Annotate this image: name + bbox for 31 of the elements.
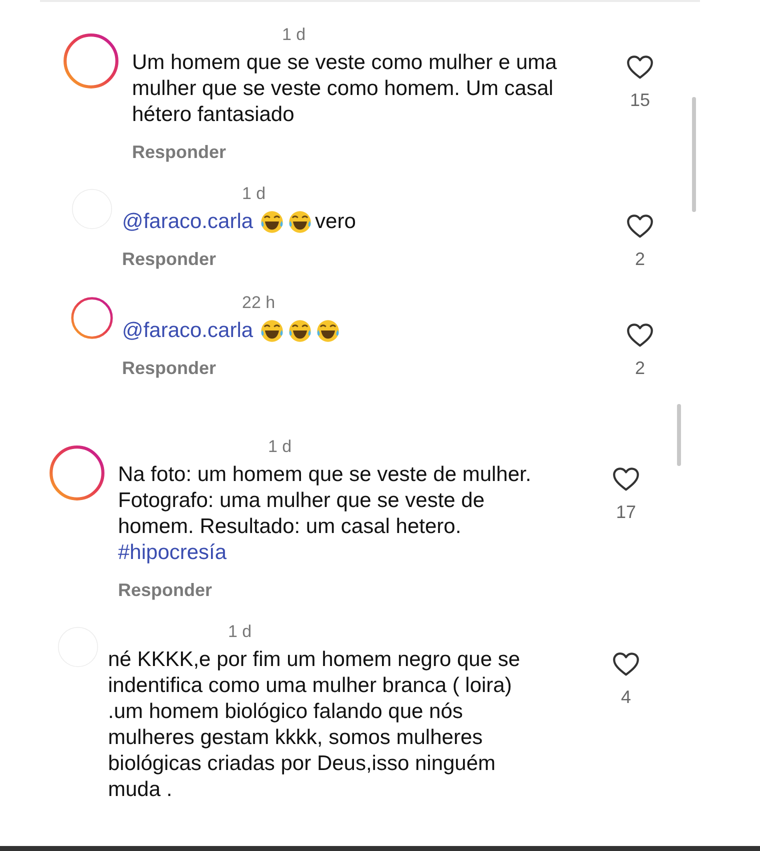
like-count: 17 xyxy=(616,502,636,523)
reply-button[interactable]: Responder xyxy=(122,249,216,270)
comment-text: vero xyxy=(315,209,356,235)
laughing-emoji-icon xyxy=(287,209,314,235)
like-count: 4 xyxy=(620,687,631,708)
scrollbar[interactable] xyxy=(692,97,696,212)
laughing-emoji-icon xyxy=(259,318,286,344)
comment-time: 1 d xyxy=(242,183,266,205)
comment-time: 22 h xyxy=(242,292,276,314)
comment-text: Na foto: um homem que se veste de mulher. Fotografo: uma mulher que se veste de homem. Resultado: um casal hetero. xyxy=(118,462,532,540)
mention-link[interactable]: @faraco.carla xyxy=(122,318,254,344)
avatar-icon[interactable] xyxy=(70,296,114,340)
like-count: 2 xyxy=(634,249,645,270)
comment-text: né KKKK,e por fim um homem negro que se indentifica como uma mulher branca ( loira) .um homem biológico falando que nós mulheres gestam kkkk, somos mulheres biológicas criadas por Deus,isso ninguém muda . xyxy=(108,647,522,803)
comment-time: 1 d xyxy=(228,621,252,643)
comment-time: 1 d xyxy=(282,24,306,46)
laughing-emoji-icon xyxy=(287,318,314,344)
hashtag-link[interactable]: #hipocresía xyxy=(118,540,227,566)
comment-text: Um homem que se veste como mulher e uma mulher que se veste como homem. Um casal hétero fantasiado xyxy=(132,50,558,128)
mention-link[interactable]: @faraco.carla xyxy=(122,209,254,235)
comment-time: 1 d xyxy=(268,436,292,458)
avatar-icon[interactable] xyxy=(62,32,120,90)
scrollbar[interactable] xyxy=(677,404,681,466)
like-count: 2 xyxy=(634,358,645,379)
avatar-icon[interactable] xyxy=(48,444,106,502)
reply-button[interactable]: Responder xyxy=(118,580,212,601)
reply-button[interactable]: Responder xyxy=(132,142,226,163)
laughing-emoji-icon xyxy=(315,318,342,344)
reply-button[interactable]: Responder xyxy=(122,358,216,379)
like-count: 15 xyxy=(630,90,650,111)
laughing-emoji-icon xyxy=(259,209,286,235)
